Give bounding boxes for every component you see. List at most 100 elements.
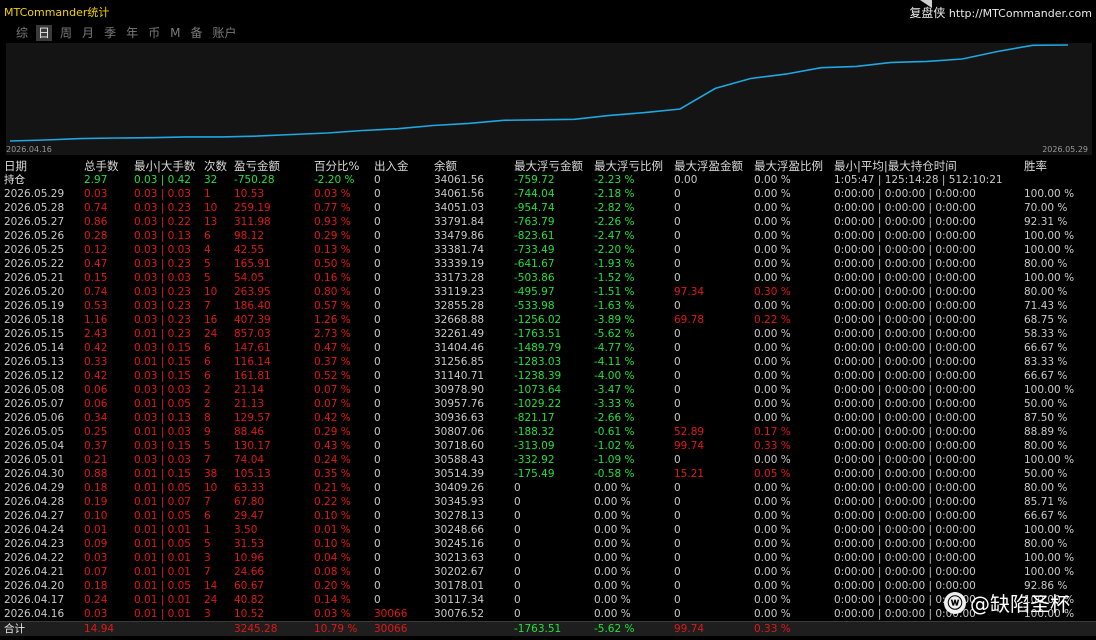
cell-col-3: 10 xyxy=(204,482,218,494)
cell-col-7: 33119.23 xyxy=(434,286,485,298)
brand-label[interactable]: 复盘侠 http://MTCommander.com xyxy=(909,4,1092,21)
cell-col-9: -0.61 % xyxy=(594,426,635,438)
cell-col-6: 0 xyxy=(374,566,381,578)
cell-col-11: 0.00 % xyxy=(754,328,791,340)
cell-col-4: 186.40 xyxy=(234,300,271,312)
cell-col-5: -2.20 % xyxy=(314,174,355,186)
cell-col-0: 2026.05.12 xyxy=(4,370,65,382)
cell-col-2: 0.01 | 0.15 xyxy=(134,468,191,480)
tab-5[interactable]: 年 xyxy=(124,25,140,41)
tab-1[interactable]: 日 xyxy=(36,25,53,41)
cell-col-13: 71.43 % xyxy=(1024,300,1068,312)
table-row: 2026.05.06 0.34 0.03 | 0.13 8 129.57 0.42 % 0 3… xyxy=(0,411,1096,425)
cell-col-13: 83.33 % xyxy=(1024,356,1068,368)
cell-col-4: 857.03 xyxy=(234,328,271,340)
cell-col-6: 0 xyxy=(374,482,381,494)
cell-col-11: 0.00 % xyxy=(754,356,791,368)
cell-col-8: -744.04 xyxy=(514,188,555,200)
cell-col-1: 0.01 xyxy=(84,524,108,536)
cell-col-1: 0.15 xyxy=(84,272,108,284)
cell-col-1: 2.97 xyxy=(84,174,108,186)
cell-col-6: 0 xyxy=(374,300,381,312)
cell-col-12: 1:05:47 | 125:14:28 | 512:10:21 xyxy=(834,174,1003,186)
cell-col-11: 0.00 % xyxy=(754,244,791,256)
cell-col-10: 0 xyxy=(674,510,681,522)
cell-col-0: 2026.05.19 xyxy=(4,300,65,312)
cell-col-5: 0.50 % xyxy=(314,258,351,270)
cell-col-0: 2026.05.21 xyxy=(4,272,65,284)
cell-col-7: 30514.39 xyxy=(434,468,485,480)
cell-col-4: 311.98 xyxy=(234,216,271,228)
cell-col-1: 0.74 xyxy=(84,202,108,214)
cell-col-0: 2026.05.26 xyxy=(4,230,65,242)
cell-col-11: 0.00 % xyxy=(754,202,791,214)
cell-col-2: 0.01 | 0.01 xyxy=(134,608,191,620)
cell-col-9: 0.00 % xyxy=(594,482,631,494)
cell-col-0: 2026.05.27 xyxy=(4,216,65,228)
cell-col-8: -641.67 xyxy=(514,258,555,270)
cell-col-5: 0.03 % xyxy=(314,188,351,200)
cell-col-8: 最大浮亏金额 xyxy=(514,159,583,173)
tab-3[interactable]: 月 xyxy=(80,25,96,41)
tab-8[interactable]: 备 xyxy=(188,25,204,41)
cell-col-6: 0 xyxy=(374,188,381,200)
cell-col-6: 0 xyxy=(374,440,381,452)
cell-col-5: 百分比% xyxy=(314,159,360,173)
brand-url[interactable]: http://MTCommander.com xyxy=(949,7,1092,20)
cell-col-10: 0 xyxy=(674,230,681,242)
cell-col-9: 0.00 % xyxy=(594,538,631,550)
cell-col-9: -1.02 % xyxy=(594,440,635,452)
cell-col-4: 21.13 xyxy=(234,398,265,410)
cell-col-1: 0.47 xyxy=(84,258,108,270)
cell-col-10: 0 xyxy=(674,202,681,214)
cell-col-3: 7 xyxy=(204,566,211,578)
cell-col-5: 0.47 % xyxy=(314,342,351,354)
cell-col-12: 0:00:00 | 0:00:00 | 0:00:00 xyxy=(834,286,976,298)
cell-col-7: 30718.60 xyxy=(434,440,485,452)
tab-9[interactable]: 账户 xyxy=(210,25,238,41)
tab-2[interactable]: 周 xyxy=(58,25,74,41)
cell-col-8: -821.17 xyxy=(514,412,555,424)
cell-col-6: 0 xyxy=(374,510,381,522)
table-row: 2026.05.12 0.42 0.03 | 0.15 6 161.81 0.52 % 0 3… xyxy=(0,369,1096,383)
cell-col-2: 0.03 | 0.03 xyxy=(134,454,191,466)
cell-col-13: 58.33 % xyxy=(1024,328,1068,340)
cell-col-10: 0 xyxy=(674,398,681,410)
cell-col-8: -533.98 xyxy=(514,300,555,312)
cell-col-8: 0 xyxy=(514,482,521,494)
cell-col-7: 34051.03 xyxy=(434,202,485,214)
cell-col-6: 0 xyxy=(374,468,381,480)
table-row: 2026.05.08 0.06 0.03 | 0.03 2 21.14 0.07 % 0 30… xyxy=(0,383,1096,397)
cell-col-11: 0.33 % xyxy=(754,623,791,635)
table-row: 2026.05.27 0.86 0.03 | 0.22 13 311.98 0.93 % 0… xyxy=(0,215,1096,229)
table-row: 2026.04.22 0.03 0.01 | 0.01 3 10.96 0.04 % 0 30… xyxy=(0,551,1096,565)
tab-0[interactable]: 综 xyxy=(14,25,30,41)
tab-7[interactable]: M xyxy=(168,25,182,41)
cell-col-0: 2026.05.15 xyxy=(4,328,65,340)
cell-col-10: 0 xyxy=(674,496,681,508)
table-row: 2026.05.13 0.33 0.01 | 0.15 6 116.14 0.37 % 0 3… xyxy=(0,355,1096,369)
cell-col-9: -4.00 % xyxy=(594,370,635,382)
cell-col-10: 69.78 xyxy=(674,314,705,326)
cell-col-7: 30345.93 xyxy=(434,496,485,508)
cell-col-0: 2026.04.30 xyxy=(4,468,65,480)
cell-col-9: -0.58 % xyxy=(594,468,635,480)
cell-col-12: 0:00:00 | 0:00:00 | 0:00:00 xyxy=(834,412,976,424)
cell-col-1: 0.24 xyxy=(84,594,108,606)
cell-col-6: 0 xyxy=(374,244,381,256)
cell-col-13: 80.00 % xyxy=(1024,258,1068,270)
cell-col-6: 0 xyxy=(374,342,381,354)
cell-col-9: 0.00 % xyxy=(594,552,631,564)
cell-col-12: 0:00:00 | 0:00:00 | 0:00:00 xyxy=(834,188,976,200)
cell-col-4: 31.53 xyxy=(234,538,265,550)
cell-col-7: 30202.67 xyxy=(434,566,485,578)
cell-col-10: 0 xyxy=(674,594,681,606)
cell-col-0: 2026.05.28 xyxy=(4,202,65,214)
cell-col-6: 0 xyxy=(374,370,381,382)
cell-col-12: 0:00:00 | 0:00:00 | 0:00:00 xyxy=(834,272,976,284)
tab-6[interactable]: 币 xyxy=(146,25,162,41)
cell-col-3: 24 xyxy=(204,594,218,606)
cell-col-11: 0.00 % xyxy=(754,412,791,424)
cell-col-8: -1238.39 xyxy=(514,370,562,382)
tab-4[interactable]: 季 xyxy=(102,25,118,41)
